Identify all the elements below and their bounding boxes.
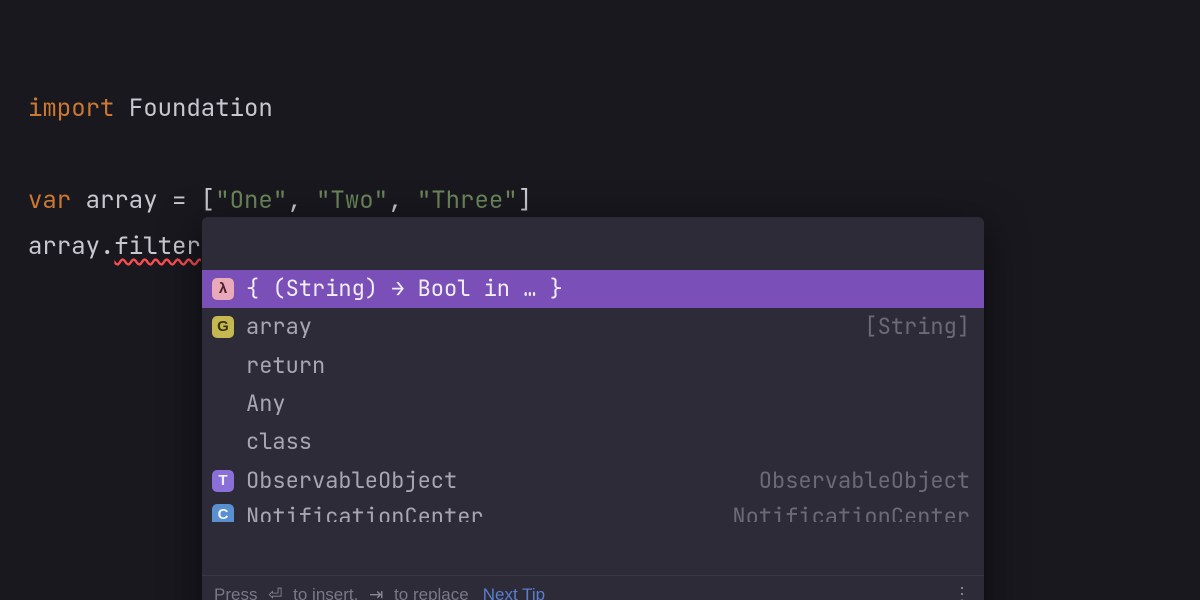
g-icon: G: [212, 316, 234, 338]
completion-type: [String]: [864, 314, 970, 340]
spacer-icon: [212, 355, 234, 377]
footer-replace: to replace: [389, 585, 468, 600]
completion-type: ObservableObject: [759, 468, 970, 494]
completion-label: array: [246, 314, 852, 340]
completion-item[interactable]: Garray [String]: [202, 308, 984, 346]
completion-label: { (String) → Bool in … }: [246, 276, 970, 302]
spacer-icon: [212, 393, 234, 415]
more-menu-icon[interactable]: ⋮: [953, 584, 972, 600]
completion-label: Any: [246, 391, 970, 417]
completion-footer: Press ⏎ to insert, ⇥ to replace Next Tip…: [202, 575, 984, 600]
completion-item[interactable]: return: [202, 347, 984, 385]
call-target: array: [28, 231, 100, 262]
enter-key-icon: ⏎: [268, 585, 282, 600]
spacer-icon: [212, 432, 234, 454]
code-editor[interactable]: import Foundation var array = ["One", "T…: [0, 0, 1200, 402]
completion-label: return: [246, 353, 970, 379]
keyword-import: import: [28, 93, 114, 124]
completion-type: NotificationCenter: [732, 504, 970, 522]
lambda-icon: λ: [212, 278, 234, 300]
footer-press: Press: [214, 585, 262, 600]
next-tip-link[interactable]: Next Tip: [483, 585, 545, 600]
completion-item[interactable]: Any: [202, 385, 984, 423]
completion-label: class: [246, 429, 970, 455]
tab-key-icon: ⇥: [369, 585, 383, 600]
module-name: Foundation: [129, 93, 273, 124]
footer-insert: to insert,: [288, 585, 363, 600]
string-literal: "Three": [417, 185, 518, 216]
t-icon: T: [212, 470, 234, 492]
keyword-var: var: [28, 185, 71, 216]
method-filter: filter: [114, 231, 200, 262]
completion-item[interactable]: T ObservableObject ObservableObject: [202, 462, 984, 500]
completion-item[interactable]: C NotificationCenter NotificationCenter: [202, 500, 984, 522]
completion-popup[interactable]: λ { (String) → Bool in … } Garray [String] r…: [202, 217, 984, 600]
completion-item[interactable]: class: [202, 423, 984, 461]
completion-label: ObservableObject: [246, 468, 747, 494]
string-literal: "Two": [316, 185, 388, 216]
string-literal: "One": [215, 185, 287, 216]
var-name: array: [86, 185, 158, 216]
array-close: ]: [518, 185, 532, 216]
completion-item[interactable]: λ { (String) → Bool in … }: [202, 270, 984, 308]
completion-label: NotificationCenter: [246, 504, 720, 522]
c-icon: C: [212, 504, 234, 522]
assign-open: = [: [158, 185, 216, 216]
